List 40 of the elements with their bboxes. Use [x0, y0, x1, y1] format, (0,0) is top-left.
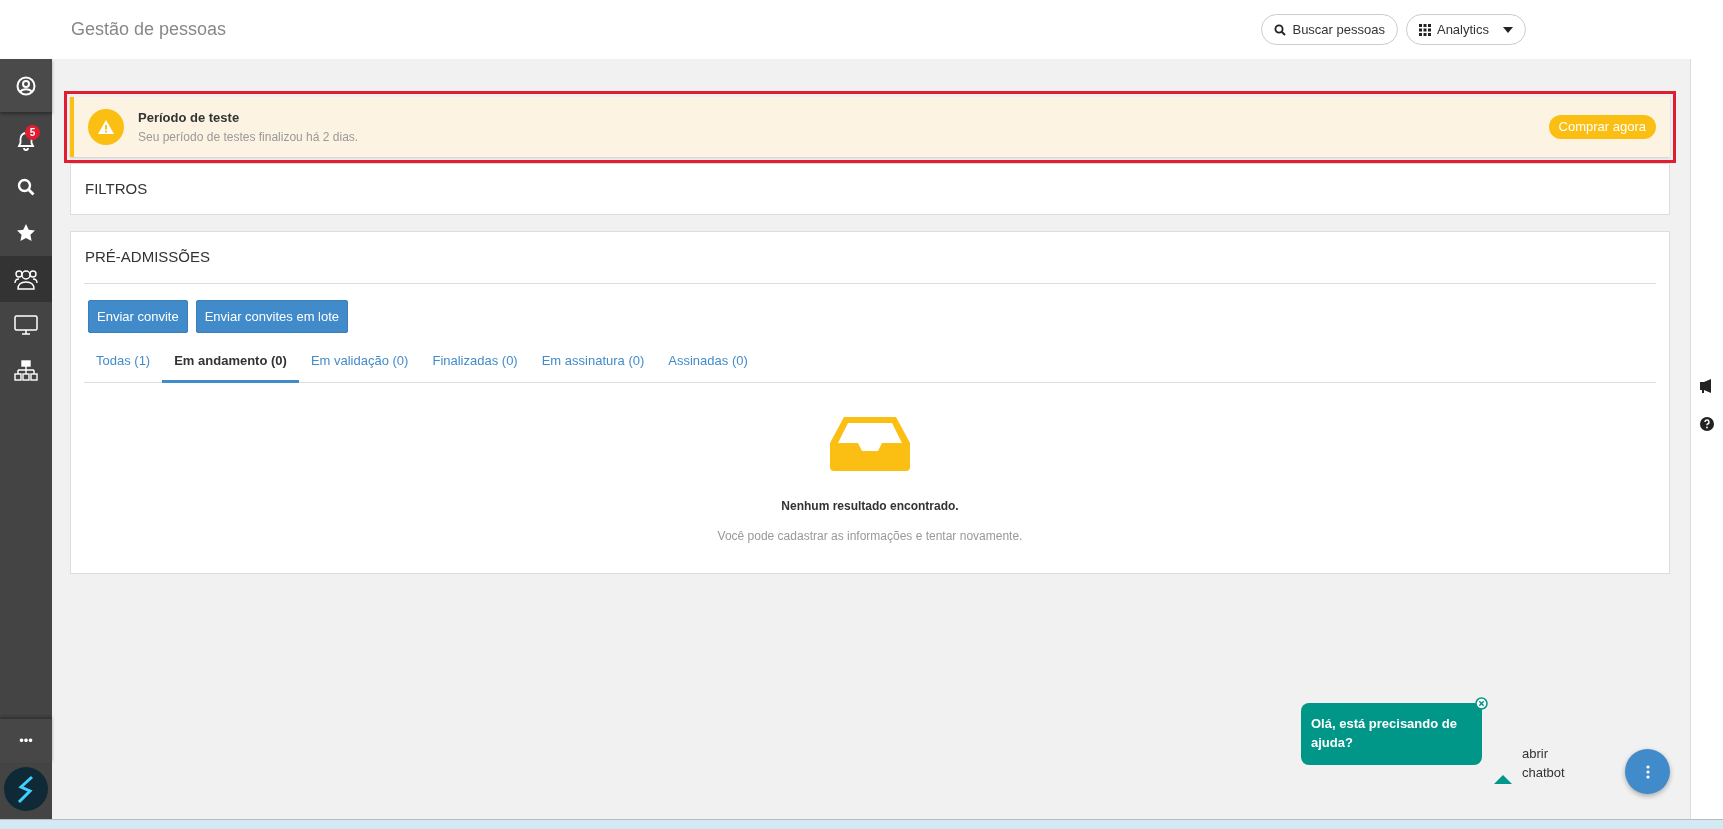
filters-title[interactable]: FILTROS [71, 163, 1669, 214]
filter-tab[interactable]: Em andamento (0) [162, 345, 299, 383]
monitor-icon [14, 315, 38, 335]
grid-icon [1418, 23, 1431, 36]
search-icon [17, 178, 35, 196]
filter-tab[interactable]: Todas (1) [84, 345, 163, 383]
app-logo-icon[interactable] [4, 767, 48, 811]
user-circle-icon [16, 75, 36, 96]
people-icon [14, 268, 38, 290]
notification-count-badge: 5 [25, 125, 40, 140]
inbox-icon [830, 416, 910, 471]
org-chart-icon [14, 360, 38, 382]
more-button[interactable]: ••• [0, 719, 52, 763]
chatbot-button[interactable] [1625, 749, 1670, 794]
sidebar-item[interactable] [0, 256, 52, 302]
triangle-icon[interactable] [1494, 775, 1512, 784]
close-icon[interactable] [1475, 697, 1488, 711]
star-icon [16, 223, 36, 243]
section-title: PRÉ-ADMISSÕES [84, 232, 1656, 284]
alert-title: Período de teste [138, 109, 241, 127]
sidebar-item[interactable] [0, 59, 52, 112]
caret-icon [1503, 26, 1513, 33]
chatbot-label[interactable]: abrir chatbot [1522, 745, 1572, 783]
search-people-button[interactable]: Buscar pessoas [1261, 13, 1398, 46]
analytics-dropdown[interactable]: Analytics [1405, 13, 1526, 46]
empty-state-title: Nenhum resultado encontrado. [781, 497, 959, 515]
sidebar-item[interactable]: 5 [0, 118, 52, 164]
invite-button[interactable]: Enviar convites em lote [195, 299, 349, 333]
empty-state-message: Você pode cadastrar as informações e tentar novamente. [717, 527, 1023, 545]
help-icon[interactable] [1700, 417, 1714, 431]
filter-tab[interactable]: Em assinatura (0) [529, 345, 657, 383]
search-icon [1274, 23, 1287, 36]
filter-tab[interactable]: Finalizadas (0) [420, 345, 530, 383]
warning-icon [88, 108, 124, 145]
filter-tab[interactable]: Assinadas (0) [656, 345, 760, 383]
invite-button[interactable]: Enviar convite [88, 299, 188, 333]
page-title: Gestão de pessoas [71, 18, 227, 41]
alert-message: Seu período de testes finalizou há 2 dias. [138, 128, 359, 146]
more-vertical-icon [1645, 764, 1650, 779]
filter-tab[interactable]: Em validação (0) [298, 345, 421, 383]
